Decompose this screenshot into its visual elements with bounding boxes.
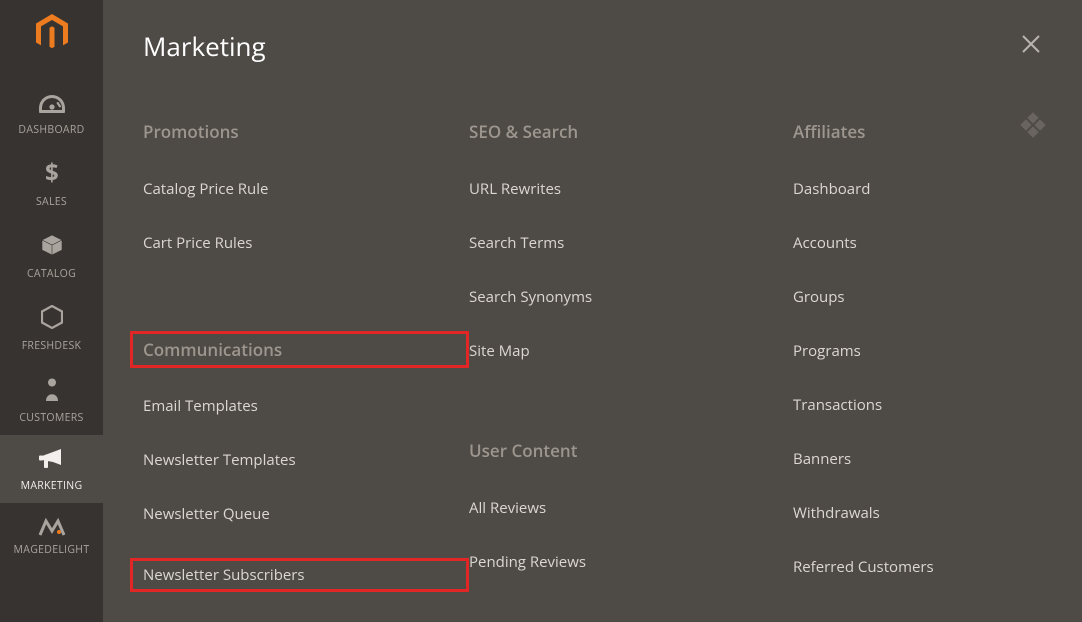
sidebar-item-sales[interactable]: $ SALES [0, 147, 103, 219]
menu-link-newsletter-queue[interactable]: Newsletter Queue [143, 504, 469, 524]
menu-link-cart-price-rules[interactable]: Cart Price Rules [143, 233, 469, 253]
panel-header: Marketing [143, 28, 1046, 64]
panel-body: Promotions Catalog Price Rule Cart Price… [143, 120, 1046, 618]
magento-logo-icon [35, 14, 69, 52]
close-button[interactable] [1016, 29, 1046, 64]
section-heading-promotions: Promotions [143, 120, 469, 143]
sidebar-label: DASHBOARD [18, 123, 84, 137]
menu-link-catalog-price-rule[interactable]: Catalog Price Rule [143, 179, 469, 199]
section-heading-communications: Communications [143, 338, 282, 361]
dollar-icon: $ [44, 161, 60, 189]
menu-link-search-terms[interactable]: Search Terms [469, 233, 793, 253]
hexagon-icon [41, 305, 63, 333]
sidebar-label: SALES [36, 195, 67, 209]
menu-link-aff-transactions[interactable]: Transactions [793, 395, 1046, 415]
menu-link-newsletter-subscribers[interactable]: Newsletter Subscribers [143, 565, 305, 585]
sidebar-item-dashboard[interactable]: DASHBOARD [0, 81, 103, 147]
menu-link-pending-reviews[interactable]: Pending Reviews [469, 552, 793, 572]
sidebar-label: MAGEDELIGHT [14, 543, 90, 557]
sidebar-label: MARKETING [21, 479, 83, 493]
sidebar-item-freshdesk[interactable]: FRESHDESK [0, 291, 103, 363]
sidebar-label: FRESHDESK [22, 339, 82, 353]
menu-link-aff-referred-customers[interactable]: Referred Customers [793, 557, 1046, 577]
close-icon [1020, 33, 1042, 55]
marketing-flyout-panel: Marketing Promotions Catalog Price Rule … [103, 0, 1082, 622]
sidebar-item-magedelight[interactable]: MAGEDELIGHT [0, 503, 103, 567]
person-icon [44, 377, 60, 405]
sidebar-label: CUSTOMERS [19, 411, 83, 425]
highlight-box-newsletter-subscribers: Newsletter Subscribers [130, 558, 469, 592]
admin-sidebar: DASHBOARD $ SALES CATALOG FRESHDESK CUST… [0, 0, 103, 622]
menu-link-aff-banners[interactable]: Banners [793, 449, 1046, 469]
menu-link-url-rewrites[interactable]: URL Rewrites [469, 179, 793, 199]
section-heading-seo-search: SEO & Search [469, 120, 793, 143]
menu-link-search-synonyms[interactable]: Search Synonyms [469, 287, 793, 307]
menu-link-site-map[interactable]: Site Map [469, 341, 793, 361]
menu-link-aff-accounts[interactable]: Accounts [793, 233, 1046, 253]
menu-link-aff-dashboard[interactable]: Dashboard [793, 179, 1046, 199]
highlight-box-communications: Communications [130, 331, 469, 368]
menu-link-aff-groups[interactable]: Groups [793, 287, 1046, 307]
cube-icon [40, 233, 64, 261]
magento-logo[interactable] [35, 14, 69, 57]
menu-column-2: SEO & Search URL Rewrites Search Terms S… [469, 120, 793, 618]
menu-link-newsletter-templates[interactable]: Newsletter Templates [143, 450, 469, 470]
sidebar-item-catalog[interactable]: CATALOG [0, 219, 103, 291]
menu-link-email-templates[interactable]: Email Templates [143, 396, 469, 416]
affiliates-decorative-icon [1020, 112, 1046, 143]
gauge-icon [39, 95, 65, 117]
section-heading-affiliates: Affiliates [793, 120, 1046, 143]
svg-text:$: $ [44, 161, 58, 185]
menu-link-aff-withdrawals[interactable]: Withdrawals [793, 503, 1046, 523]
sidebar-item-marketing[interactable]: MARKETING [0, 435, 103, 503]
menu-column-1: Promotions Catalog Price Rule Cart Price… [143, 120, 469, 618]
section-heading-user-content: User Content [469, 439, 793, 462]
panel-title: Marketing [143, 28, 266, 64]
sidebar-label: CATALOG [27, 267, 76, 281]
magedelight-icon [38, 517, 66, 537]
megaphone-icon [39, 449, 65, 473]
sidebar-item-customers[interactable]: CUSTOMERS [0, 363, 103, 435]
menu-link-aff-programs[interactable]: Programs [793, 341, 1046, 361]
menu-link-all-reviews[interactable]: All Reviews [469, 498, 793, 518]
menu-column-3: Affiliates Dashboard Accounts Groups Pro… [793, 120, 1046, 618]
